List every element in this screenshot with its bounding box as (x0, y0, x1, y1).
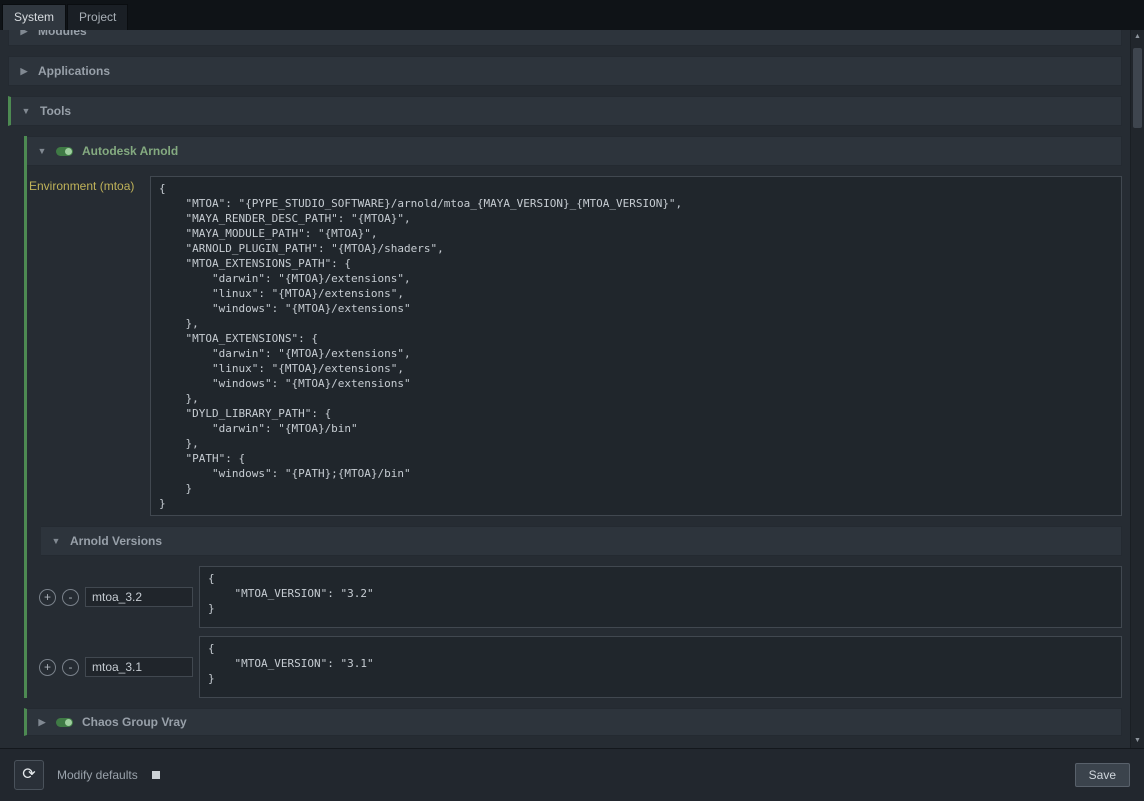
section-header-applications[interactable]: ▶ Applications (8, 56, 1122, 86)
vray-enabled-toggle-icon[interactable] (56, 718, 73, 727)
environment-row: Environment (mtoa) { "MTOA": "{PYPE_STUD… (27, 176, 1122, 516)
vertical-scrollbar[interactable]: ▲ ▼ (1130, 30, 1144, 748)
main-area: ▶ Modules ▶ Applications ▼ Tools ▼ (0, 30, 1144, 748)
settings-content: ▶ Modules ▶ Applications ▼ Tools ▼ (0, 30, 1130, 748)
environment-json-editor[interactable]: { "MTOA": "{PYPE_STUDIO_SOFTWARE}/arnold… (150, 176, 1122, 516)
version-item: + - { "MTOA_VERSION": "3.2" } (39, 566, 1122, 628)
chevron-right-icon: ▶ (19, 30, 29, 37)
add-version-button[interactable]: + (39, 589, 56, 606)
refresh-icon: ⟳ (22, 766, 35, 783)
arnold-versions-header[interactable]: ▼ Arnold Versions (41, 526, 1122, 556)
chevron-right-icon: ▶ (19, 66, 29, 77)
section-header-tools[interactable]: ▼ Tools (8, 96, 1122, 126)
arnold-group: ▼ Autodesk Arnold Environment (mtoa) { "… (24, 136, 1122, 698)
version-json-editor[interactable]: { "MTOA_VERSION": "3.2" } (199, 566, 1122, 628)
tab-bar: System Project (0, 0, 1144, 30)
settings-window: System Project ▶ Modules ▶ Applications … (0, 0, 1144, 801)
version-key-input[interactable] (85, 657, 193, 677)
vray-group-header[interactable]: ▶ Chaos Group Vray (24, 708, 1122, 736)
chevron-down-icon: ▼ (21, 106, 31, 116)
add-version-button[interactable]: + (39, 659, 56, 676)
scroll-up-icon[interactable]: ▲ (1131, 30, 1144, 44)
scrollbar-thumb[interactable] (1133, 48, 1142, 128)
footer-bar: ⟳ Modify defaults Save (0, 748, 1144, 801)
modify-defaults-label: Modify defaults (57, 768, 138, 782)
arnold-versions-title: Arnold Versions (70, 534, 162, 548)
chevron-down-icon: ▼ (51, 536, 61, 546)
chevron-down-icon: ▼ (37, 146, 47, 156)
modify-defaults-checkbox[interactable] (152, 771, 160, 779)
save-button[interactable]: Save (1075, 763, 1130, 787)
section-title-tools: Tools (40, 104, 71, 118)
tab-project[interactable]: Project (67, 4, 128, 30)
tools-body: ▼ Autodesk Arnold Environment (mtoa) { "… (8, 136, 1122, 736)
arnold-group-header[interactable]: ▼ Autodesk Arnold (27, 136, 1122, 166)
refresh-button[interactable]: ⟳ (14, 760, 44, 790)
scroll-down-icon[interactable]: ▼ (1131, 734, 1144, 748)
section-header-modules[interactable]: ▶ Modules (8, 30, 1122, 46)
section-title-modules: Modules (38, 30, 87, 38)
environment-label: Environment (mtoa) (27, 176, 150, 193)
arnold-group-title: Autodesk Arnold (82, 144, 178, 158)
chevron-right-icon: ▶ (37, 717, 47, 728)
arnold-enabled-toggle-icon[interactable] (56, 147, 73, 156)
remove-version-button[interactable]: - (62, 589, 79, 606)
version-item: + - { "MTOA_VERSION": "3.1" } (39, 636, 1122, 698)
version-json-editor[interactable]: { "MTOA_VERSION": "3.1" } (199, 636, 1122, 698)
vray-group-title: Chaos Group Vray (82, 715, 187, 729)
section-title-applications: Applications (38, 64, 110, 78)
version-key-input[interactable] (85, 587, 193, 607)
remove-version-button[interactable]: - (62, 659, 79, 676)
scrollbar-track[interactable] (1131, 44, 1144, 734)
tab-system[interactable]: System (2, 4, 66, 30)
